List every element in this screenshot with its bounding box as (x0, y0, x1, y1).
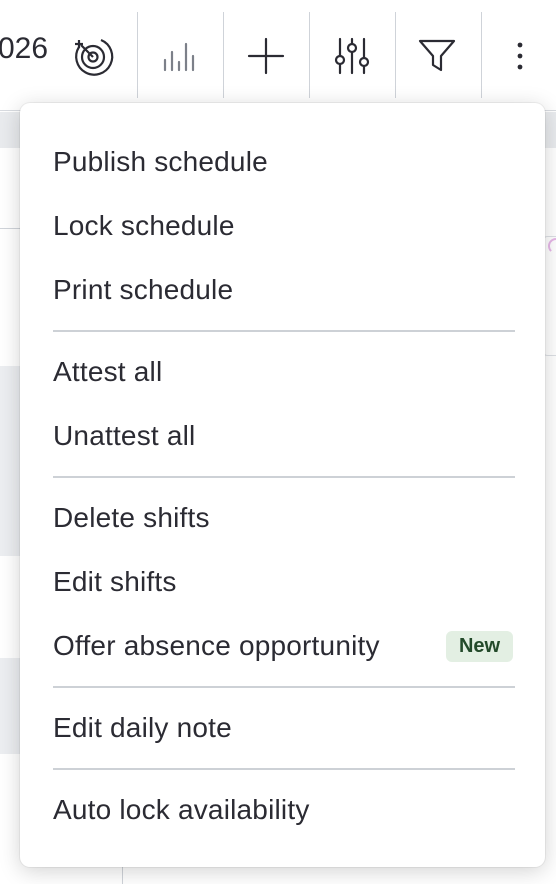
plus-icon (246, 36, 286, 76)
menu-item-delete-shifts[interactable]: Delete shifts (53, 496, 515, 540)
filter-icon (417, 37, 457, 75)
settings-button[interactable] (312, 14, 392, 98)
toolbar-separator (137, 12, 138, 98)
filter-button[interactable] (397, 14, 477, 98)
menu-item-auto-lock-availability[interactable]: Auto lock availability (53, 788, 515, 832)
more-vertical-icon (515, 41, 525, 71)
more-options-menu: Publish schedule Lock schedule Print sch… (20, 103, 545, 867)
target-clock-button[interactable] (53, 14, 133, 98)
toolbar-separator (309, 12, 310, 98)
menu-item-publish-schedule[interactable]: Publish schedule (53, 140, 515, 184)
menu-item-attest-all[interactable]: Attest all (53, 350, 515, 394)
statistics-button[interactable] (140, 14, 220, 98)
menu-item-lock-schedule[interactable]: Lock schedule (53, 204, 515, 248)
add-button[interactable] (226, 14, 306, 98)
menu-item-print-schedule[interactable]: Print schedule (53, 268, 515, 312)
menu-divider (53, 330, 515, 332)
grid-line (0, 228, 22, 229)
menu-item-edit-shifts[interactable]: Edit shifts (53, 560, 515, 604)
sliders-icon (332, 36, 372, 76)
menu-divider (53, 476, 515, 478)
date-range-label: 026 (0, 32, 49, 65)
more-options-button[interactable] (482, 14, 556, 98)
target-clock-icon (71, 34, 115, 78)
menu-divider (53, 686, 515, 688)
schedule-toolbar: 026 (0, 0, 556, 111)
bar-chart-icon (160, 38, 200, 74)
menu-item-label: Offer absence opportunity (53, 630, 380, 661)
new-badge: New (446, 631, 513, 662)
toolbar-separator (395, 12, 396, 98)
menu-item-unattest-all[interactable]: Unattest all (53, 414, 515, 458)
menu-item-edit-daily-note[interactable]: Edit daily note (53, 706, 515, 750)
toolbar-separator (223, 12, 224, 98)
menu-divider (53, 768, 515, 770)
